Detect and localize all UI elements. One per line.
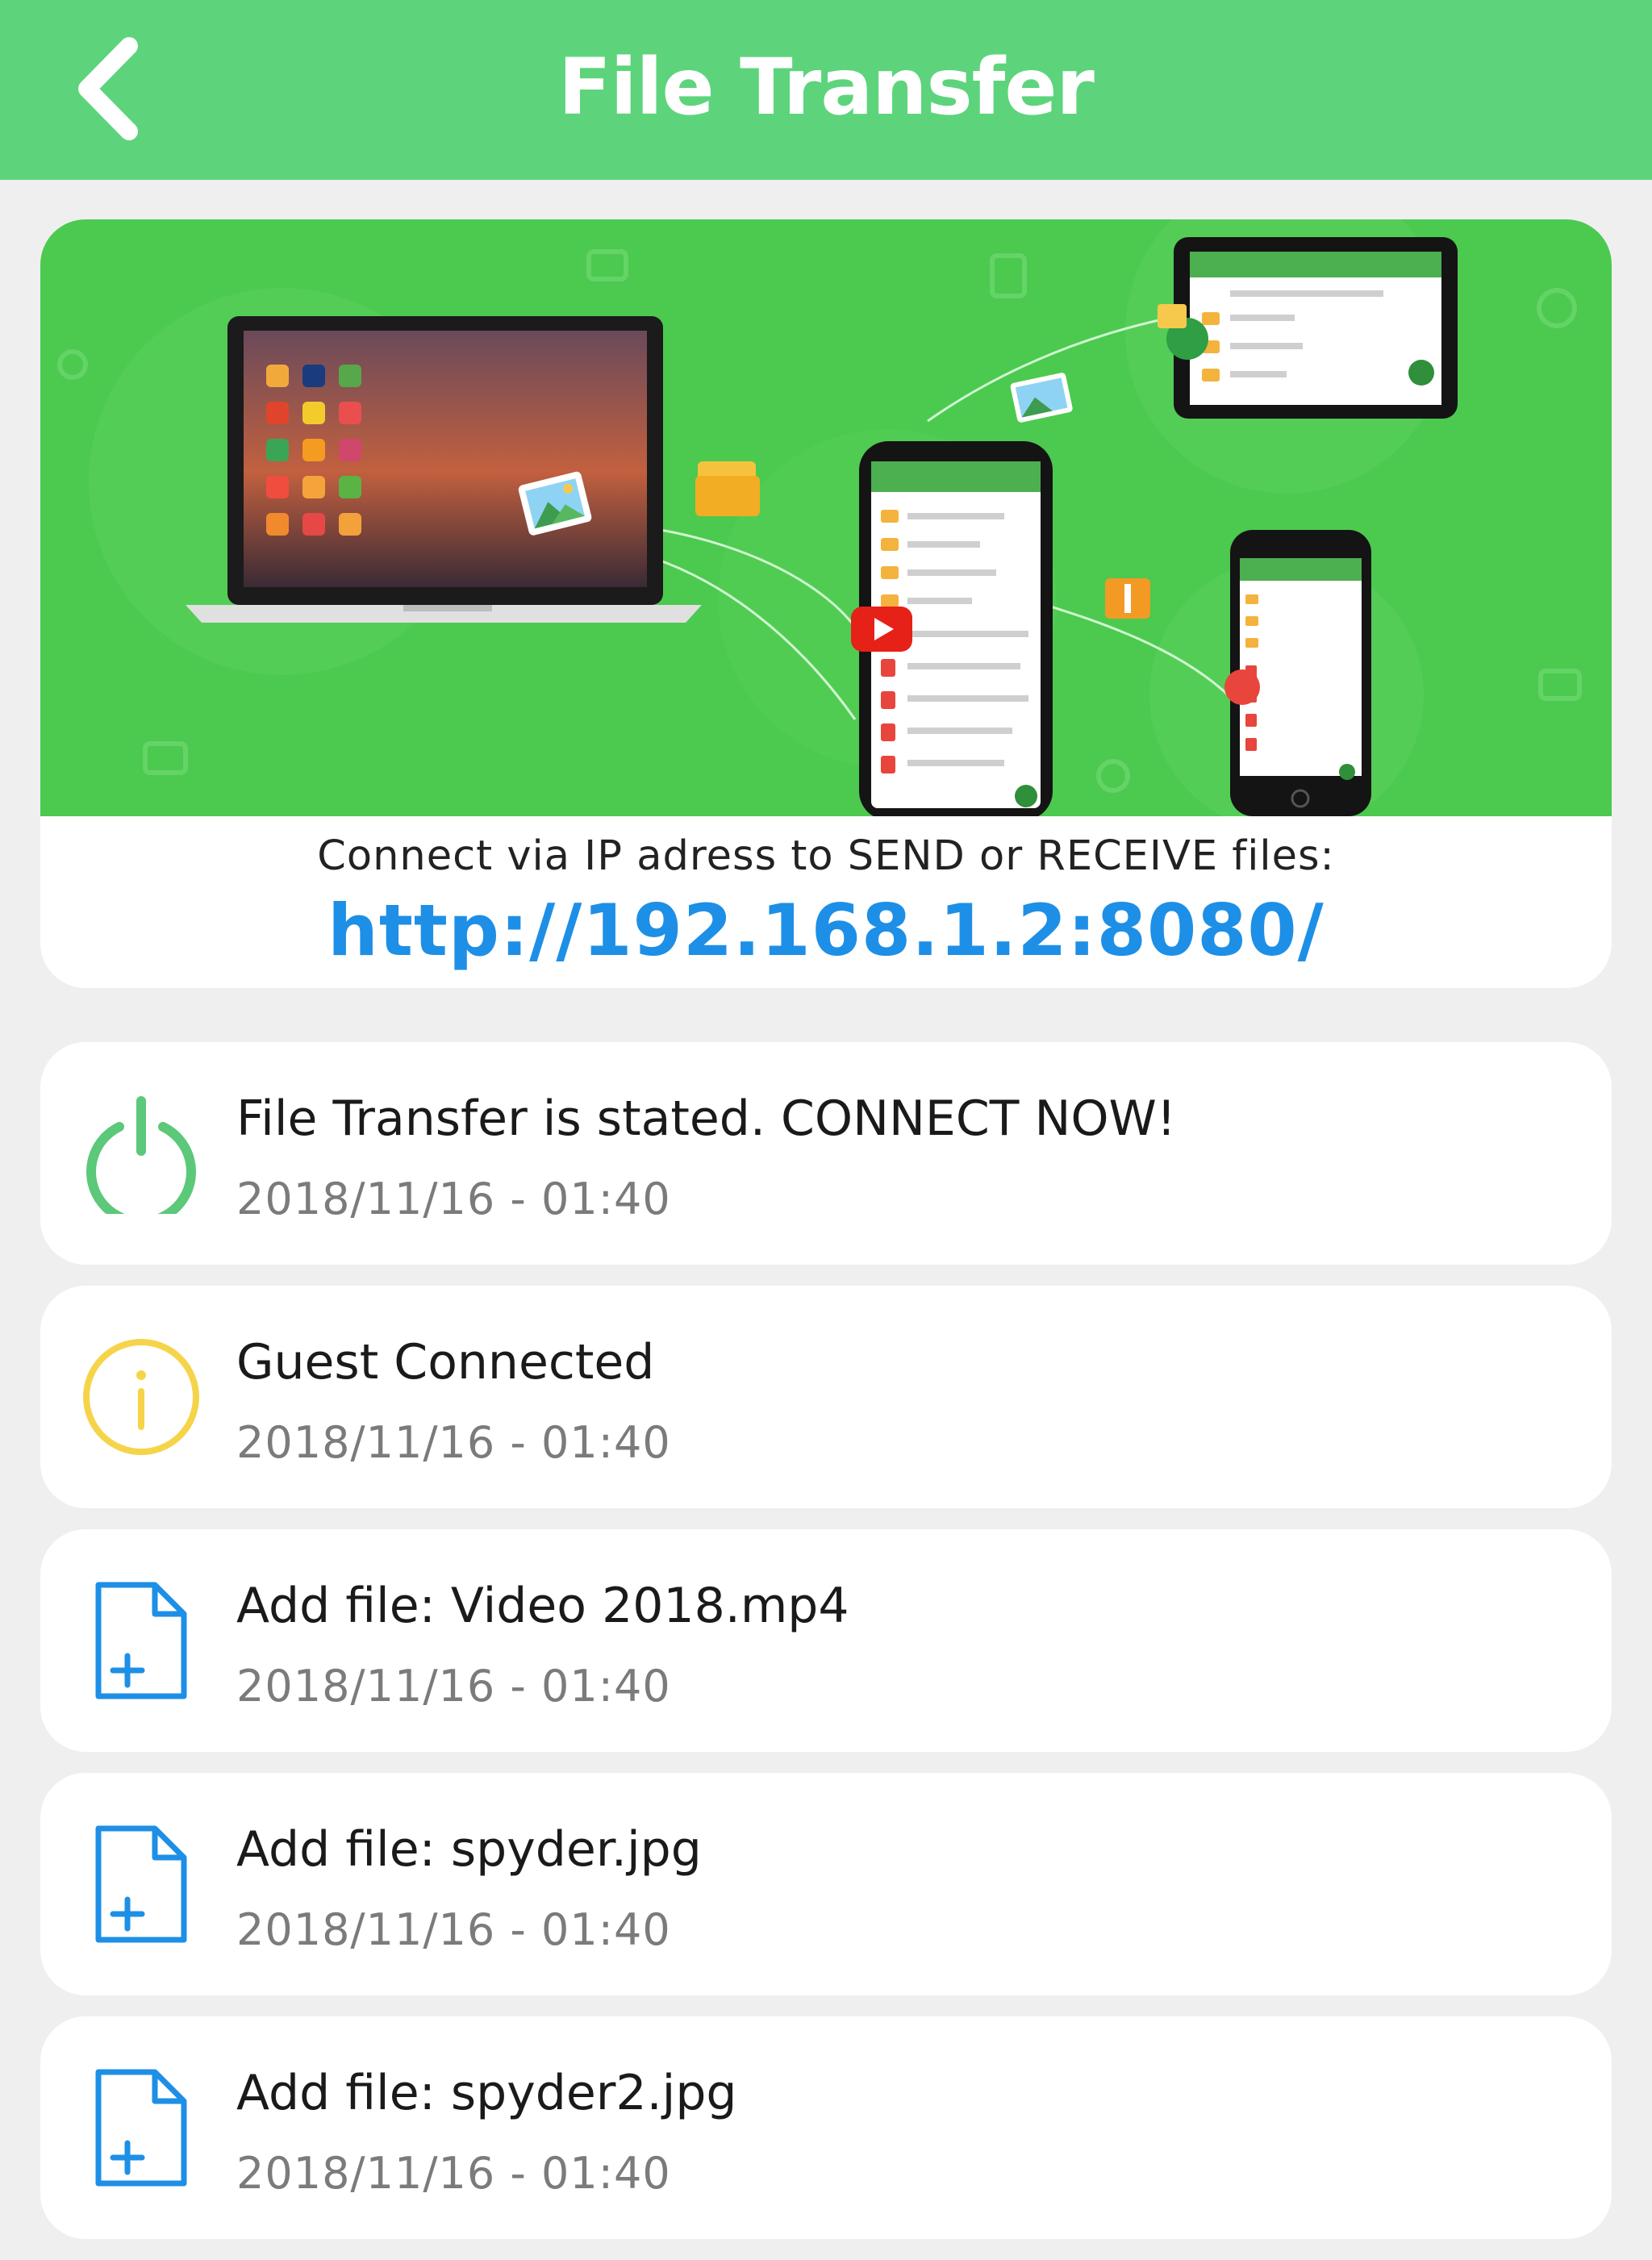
nav-bar: File Transfer xyxy=(0,0,1652,180)
info-icon xyxy=(83,1339,199,1455)
activity-log: File Transfer is stated. CONNECT NOW! 20… xyxy=(40,1042,1612,2260)
log-timestamp: 2018/11/16 - 01:40 xyxy=(236,2148,671,2199)
log-timestamp: 2018/11/16 - 01:40 xyxy=(236,1661,671,1712)
connection-card: Connect via IP adress to SEND or RECEIVE… xyxy=(40,219,1612,988)
list-item[interactable]: Add file: Video 2018.mp4 2018/11/16 - 01… xyxy=(40,1529,1612,1752)
add-file-icon xyxy=(95,1825,187,1943)
connection-instruction: Connect via IP adress to SEND or RECEIVE… xyxy=(317,832,1335,880)
list-item[interactable]: Add file: spyder.jpg 2018/11/16 - 01:40 xyxy=(40,1773,1612,1995)
list-item[interactable]: File Transfer is stated. CONNECT NOW! 20… xyxy=(40,1042,1612,1265)
log-timestamp: 2018/11/16 - 01:40 xyxy=(236,1417,671,1468)
devices-illustration xyxy=(40,219,1612,816)
log-title: Add file: spyder2.jpg xyxy=(236,2065,737,2121)
log-title: Guest Connected xyxy=(236,1334,655,1391)
page-title: File Transfer xyxy=(558,42,1095,132)
log-title: Add file: Video 2018.mp4 xyxy=(236,1578,849,1634)
list-item[interactable]: Guest Connected 2018/11/16 - 01:40 xyxy=(40,1286,1612,1508)
log-title: Add file: spyder.jpg xyxy=(236,1821,702,1878)
log-title: File Transfer is stated. CONNECT NOW! xyxy=(236,1090,1176,1147)
power-icon xyxy=(86,1096,196,1214)
add-file-icon xyxy=(95,2069,187,2187)
list-item[interactable]: Add file: spyder2.jpg 2018/11/16 - 01:40 xyxy=(40,2016,1612,2239)
log-timestamp: 2018/11/16 - 01:40 xyxy=(236,1174,671,1224)
log-timestamp: 2018/11/16 - 01:40 xyxy=(236,1904,671,1955)
server-url-link[interactable]: http://192.168.1.2:8080/ xyxy=(40,889,1612,972)
add-file-icon xyxy=(95,1582,187,1699)
